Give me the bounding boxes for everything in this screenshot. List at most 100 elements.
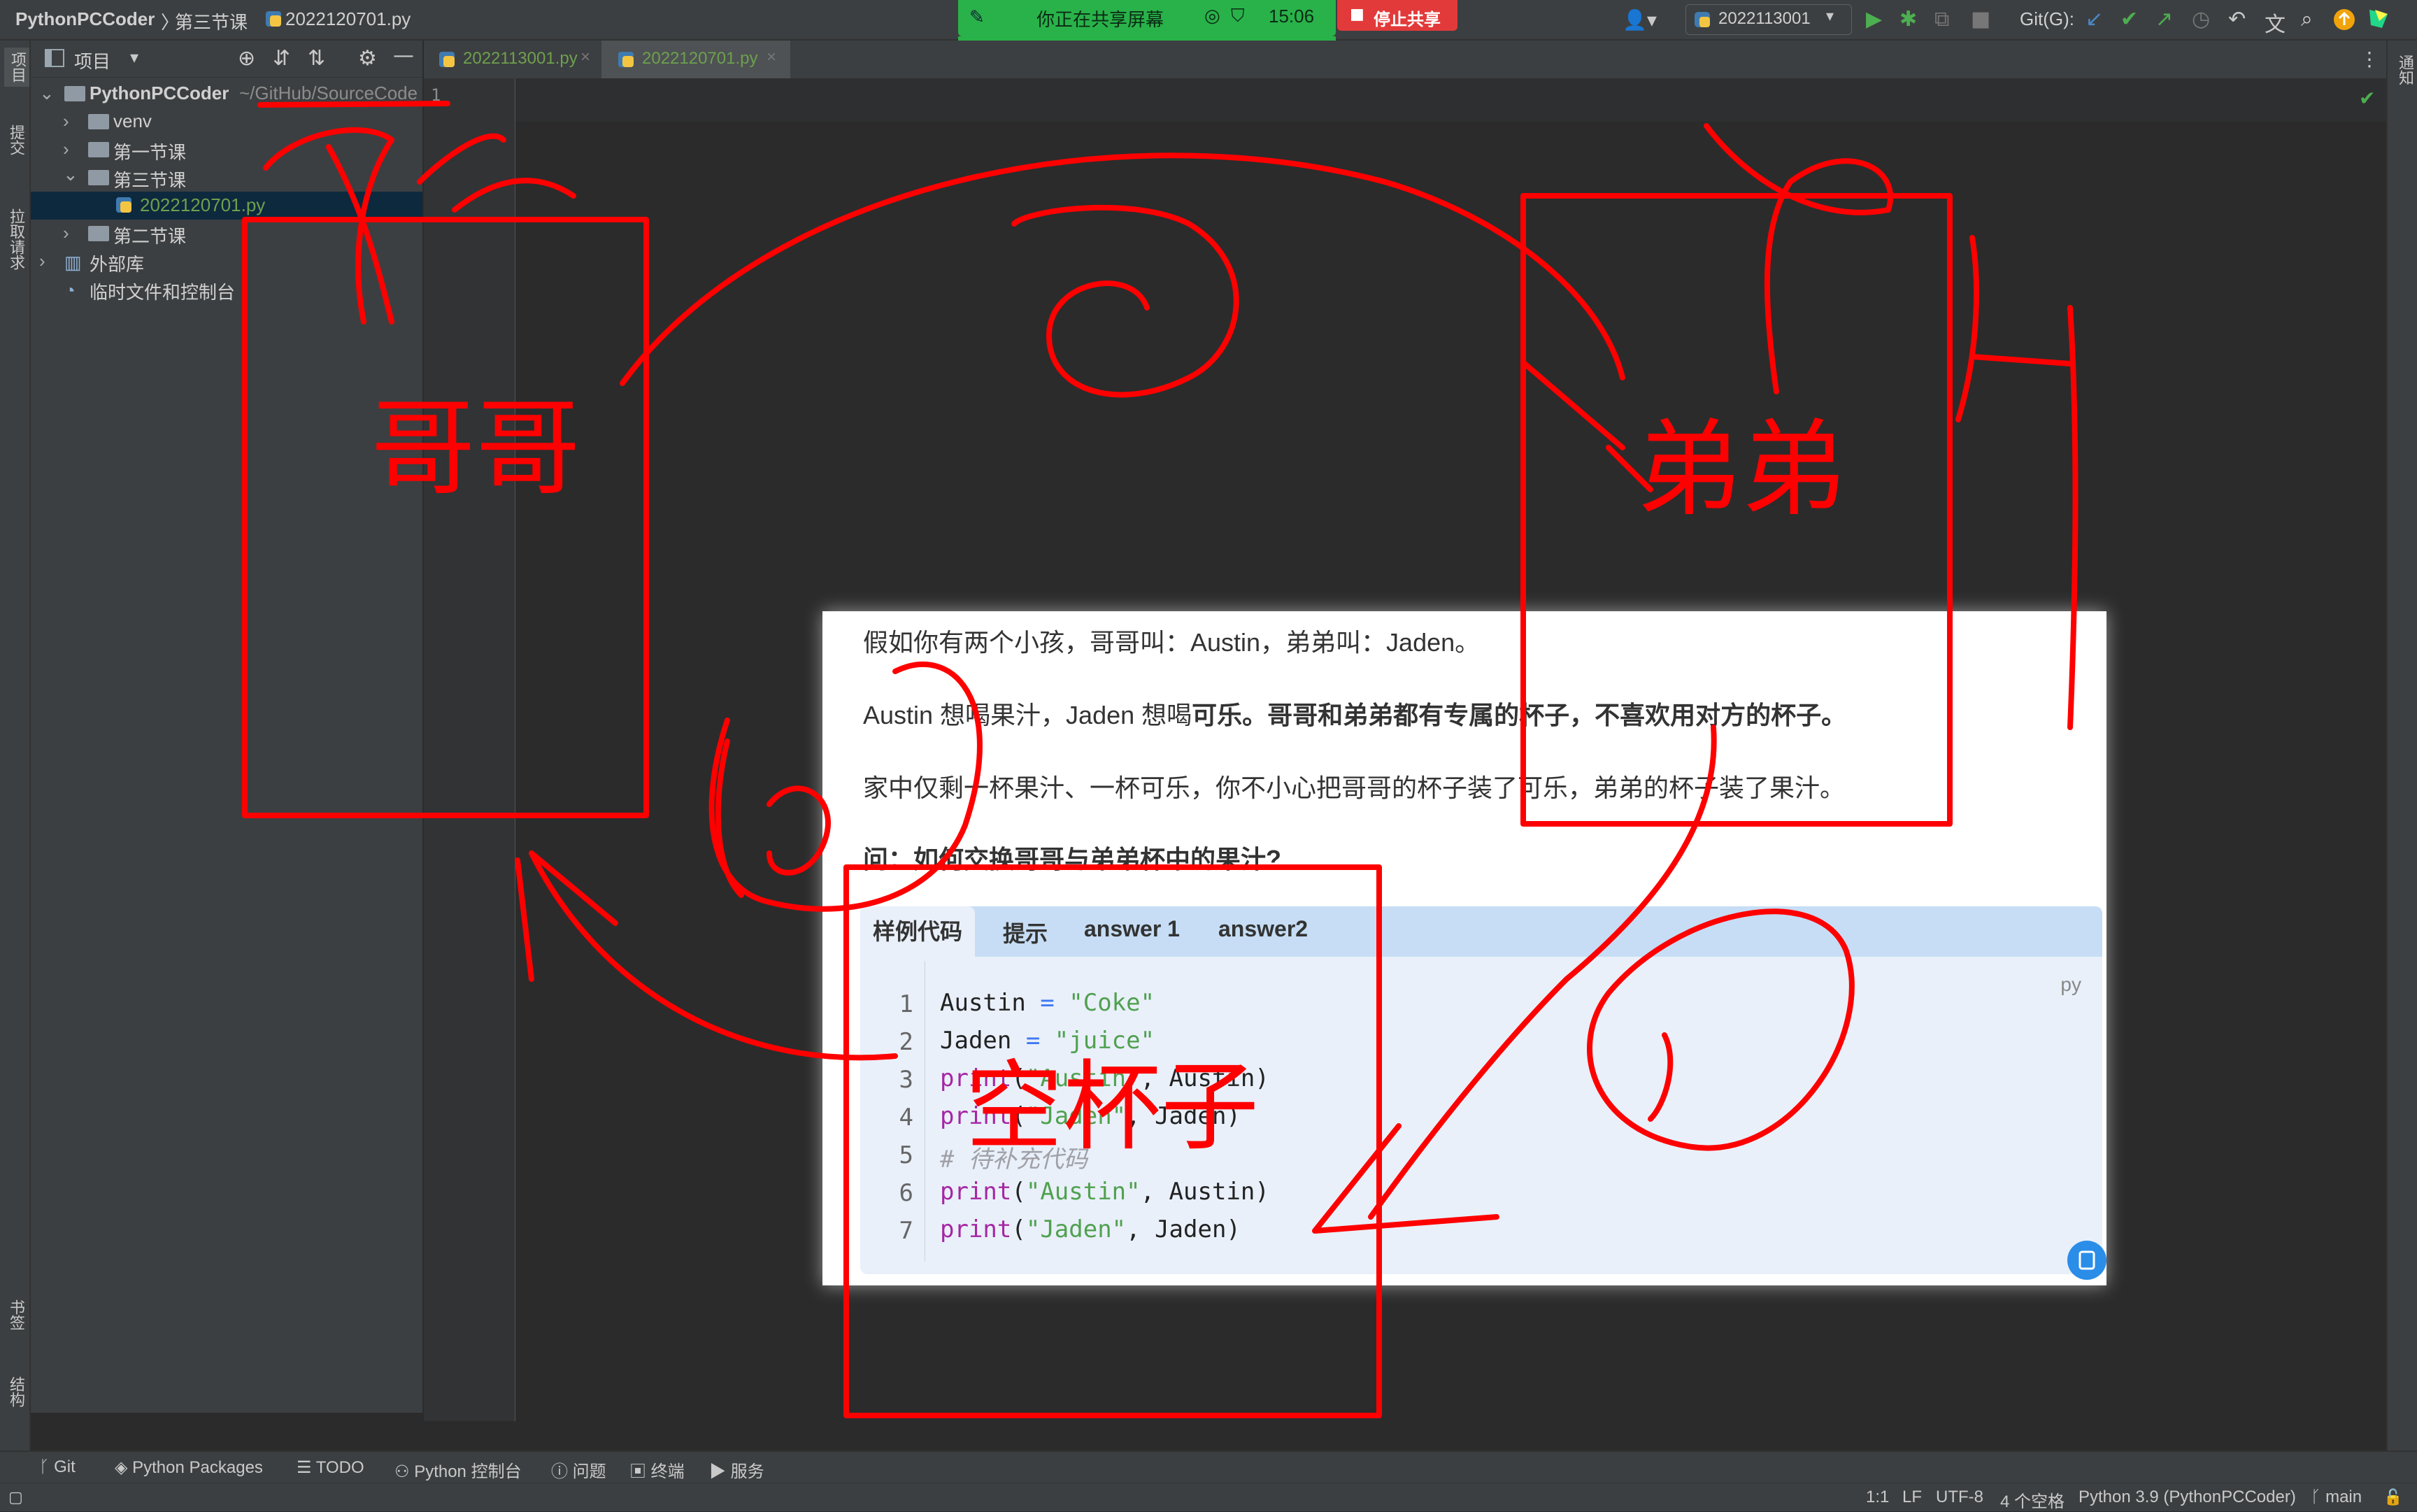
code-line-number: 4 [899,1104,913,1132]
exercise-paragraph-3: 家中仅剩一杯果汁、一杯可乐，你不小心把哥哥的杯子装了可乐，弟弟的杯子装了果汁。 [863,773,1846,802]
code-line: Austin = "Coke" [940,989,1155,1017]
tool-terminal[interactable]: ▣ 终端 [629,1457,685,1482]
status-bar: ▢ 1:1 LF UTF-8 4 个空格 Python 3.9 (PythonP… [0,1483,2417,1511]
tab-answer-2[interactable]: answer2 [1218,916,1308,942]
branch-icon: ᚴ [39,1457,55,1476]
tool-structure[interactable]: 结构 [4,1376,27,1407]
tool-problems[interactable]: ⓘ 问题 [551,1457,606,1482]
list-icon: ☰ [297,1458,316,1477]
tool-python-packages[interactable]: ◈ Python Packages [115,1457,263,1478]
tree-item-external-libs[interactable]: › ▥ 外部库 [31,248,422,276]
history-icon[interactable]: ◷ [2192,7,2210,31]
git-update-icon[interactable]: ↙ [2086,7,2103,31]
rollback-icon[interactable]: ↶ [2228,7,2246,31]
git-commit-icon[interactable]: ✔ [2120,7,2138,31]
check-icon: ✔ [2359,87,2376,110]
annotation-didi: 弟弟 [1637,409,1847,531]
user-icon[interactable]: 👤▾ [1623,8,1657,31]
code-sample-tabs: 样例代码 提示 answer 1 answer2 [860,906,2102,957]
annotation-empty-cup: 空杯子 [965,1050,1260,1164]
folder-icon [88,142,109,157]
lock-icon[interactable]: 🔓 [2383,1489,2402,1506]
tree-label: 外部库 [90,254,145,275]
tree-item-lesson-1[interactable]: › 第一节课 [31,136,422,164]
tab-2022113001[interactable]: 2022113001.py × [424,41,599,78]
tool-notifications[interactable]: 通知 [2393,55,2416,85]
tool-commit[interactable]: 提交 [4,124,27,155]
tab-answer-1[interactable]: answer 1 [1084,916,1180,942]
status-caret-position[interactable]: 1:1 [1866,1488,1889,1507]
close-icon[interactable]: × [767,48,776,67]
tool-terminal-label: 终端 [650,1462,685,1481]
tool-services[interactable]: ▶ 服务 [709,1457,764,1482]
tool-python-console[interactable]: ⚇ Python 控制台 [394,1457,522,1482]
tool-problems-label: 问题 [572,1462,606,1481]
layout-icon[interactable]: ▢ [8,1489,23,1506]
copy-icon[interactable] [2067,1241,2106,1284]
tool-services-label: 服务 [730,1462,764,1481]
search-icon[interactable]: ⌕ [2301,7,2313,31]
root-name: PythonPCCoder [90,83,229,104]
tool-console-label: Python 控制台 [414,1462,522,1481]
tree-label: 临时文件和控制台 [90,282,236,303]
project-panel-title[interactable]: 项目 [74,48,110,73]
tool-project[interactable]: 项目 [4,48,29,87]
update-icon[interactable] [2333,8,2355,35]
gear-icon[interactable]: ⚙ [358,46,377,71]
coverage-icon[interactable]: ⧉ [1934,7,1949,31]
jetbrains-icon[interactable] [2368,8,2389,34]
breadcrumb-project[interactable]: PythonPCCoder [15,8,155,30]
python-console-icon: ⚇ [394,1462,415,1481]
status-indent[interactable]: 4 个空格 [2000,1488,2065,1512]
tree-item-lesson-3[interactable]: ⌄ 第三节课 [31,164,422,192]
run-config-selector[interactable]: 2022113001 ▾ [1685,4,1852,35]
status-line-separator[interactable]: LF [1902,1488,1922,1507]
root-path: ~/GitHub/SourceCode [239,83,418,104]
status-branch[interactable]: ᚴ main [2311,1488,2362,1507]
locate-icon[interactable]: ⊕ [238,46,255,71]
code-line: print("Jaden", Jaden) [940,1215,1241,1243]
python-file-icon [264,10,283,32]
status-interpreter[interactable]: Python 3.9 (PythonPCCoder) [2079,1488,2296,1507]
tab-2022120701[interactable]: 2022120701.py × [601,41,790,81]
debug-icon[interactable]: ✱ [1899,7,1917,31]
tree-item-venv[interactable]: › venv [31,108,422,136]
left-tool-stripe: 项目 提交 拉取请求 书签 结构 [0,41,31,1453]
chevron-down-icon[interactable]: ▾ [130,48,138,67]
tool-git[interactable]: ᚴ Git [39,1457,76,1477]
tree-item-scratches[interactable]: ◔ 临时文件和控制台 [31,276,422,304]
stop-icon[interactable]: ■ [1971,7,1990,31]
git-push-icon[interactable]: ↗ [2155,7,2173,31]
panel-icon [45,49,64,71]
tree-item-lesson-2[interactable]: › 第二节课 [31,220,422,248]
tree-item-current-file[interactable]: 2022120701.py [31,192,422,220]
close-icon[interactable]: × [580,48,590,67]
hide-icon[interactable]: — [393,43,414,68]
paragraph-2-part-b: 可乐。哥哥和弟弟都有专属的杯子，不喜欢用对方的杯子。 [1192,701,1847,729]
code-line-number: 6 [899,1179,913,1207]
chevron-down-icon: ▾ [1826,8,1834,25]
stop-share-button[interactable]: ■ 停止共享 [1337,0,1457,31]
status-encoding[interactable]: UTF-8 [1936,1488,1983,1507]
translate-icon[interactable]: 文 [2265,7,2286,38]
tab-label: 2022120701.py [642,49,758,68]
breadcrumb-file[interactable]: 2022120701.py [285,8,411,30]
more-vertical-icon[interactable]: ⋮ [2360,48,2379,71]
folder-icon [88,170,109,185]
chevron-right-icon: › [39,250,45,271]
expand-all-icon[interactable]: ⇵ [273,46,290,71]
collapse-all-icon[interactable]: ⇅ [308,46,325,71]
tree-label: 第二节课 [113,226,187,247]
tool-pull-requests[interactable]: 拉取请求 [4,208,27,270]
tool-bookmarks[interactable]: 书签 [4,1299,27,1330]
python-file-icon [438,50,456,73]
python-config-icon [1693,10,1711,33]
tool-todo[interactable]: ☰ TODO [297,1457,364,1478]
run-icon[interactable]: ▶ [1866,7,1882,31]
tab-sample-code[interactable]: 样例代码 [860,906,976,957]
tab-hint[interactable]: 提示 [1003,916,1048,948]
tree-label: venv [113,110,152,131]
tree-root[interactable]: ⌄ PythonPCCoder ~/GitHub/SourceCode [31,80,422,108]
services-icon: ▶ [709,1462,731,1481]
breadcrumb-folder[interactable]: 第三节课 [175,8,248,34]
